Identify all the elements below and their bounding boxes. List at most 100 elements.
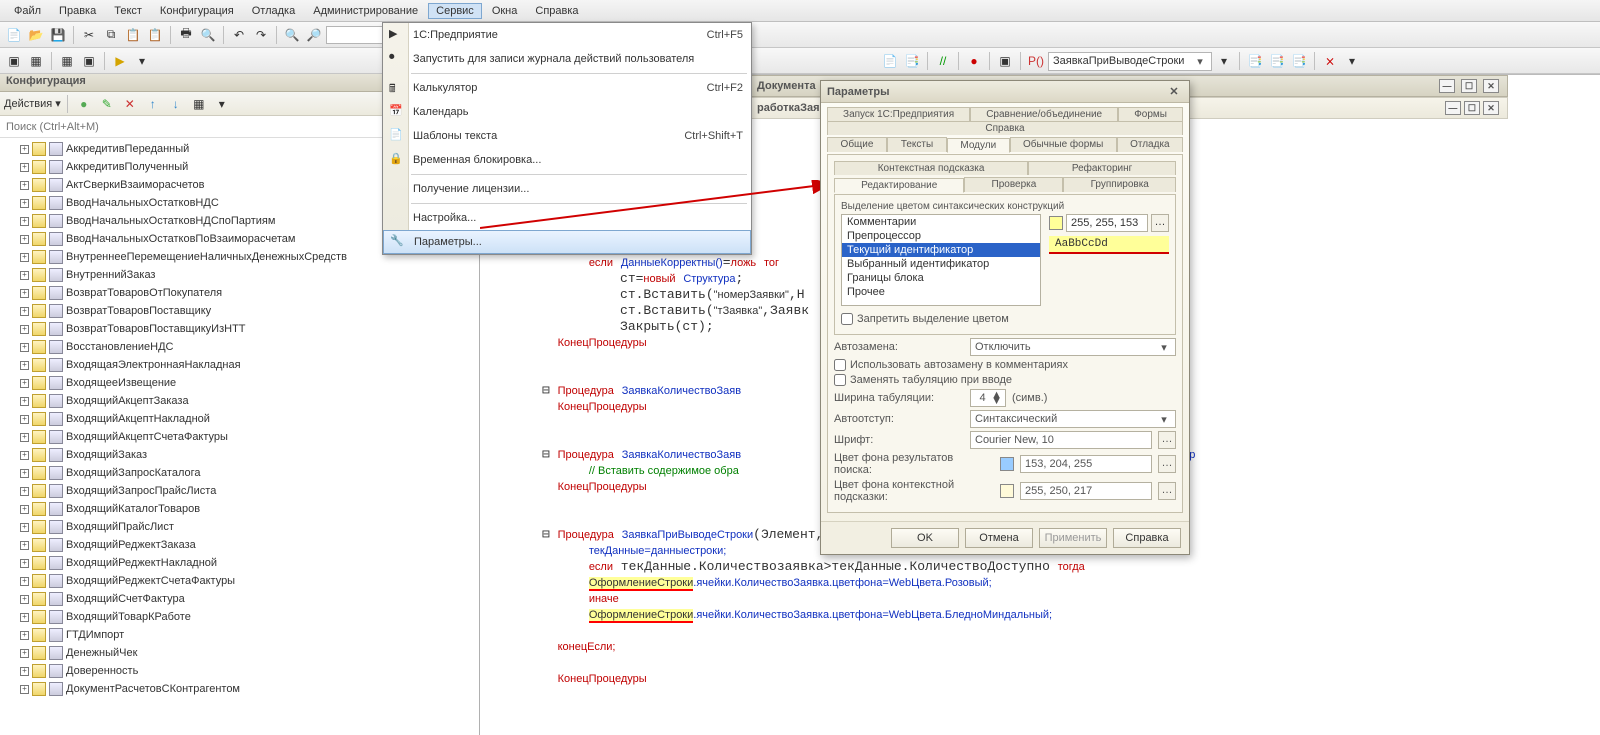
tree-item[interactable]: +ВходящийРеджектСчетаФактуры xyxy=(0,572,479,590)
hint-bg-field[interactable]: 255, 250, 217 xyxy=(1020,482,1152,500)
tab[interactable]: Справка xyxy=(827,121,1183,135)
save-icon[interactable]: 💾 xyxy=(48,25,68,45)
tree-item[interactable]: +ВосстановлениеНДС xyxy=(0,338,479,356)
menu-item[interactable]: 📄Шаблоны текстаCtrl+Shift+T xyxy=(383,124,751,148)
tab[interactable]: Рефакторинг xyxy=(1028,161,1176,175)
tree-item[interactable]: +ВходящийТоварКРаботе xyxy=(0,608,479,626)
bp-icon[interactable]: ● xyxy=(964,51,984,71)
sub-close-icon[interactable]: ✕ xyxy=(1483,101,1499,115)
procedure-select[interactable]: ЗаявкаПриВыводеСтроки▾ xyxy=(1048,52,1212,71)
tree-item[interactable]: +ВнутреннийЗаказ xyxy=(0,266,479,284)
color-field[interactable]: 255, 255, 153 xyxy=(1066,214,1148,232)
list-item[interactable]: Границы блока xyxy=(842,271,1040,285)
open-icon[interactable]: 📂 xyxy=(26,25,46,45)
mod-a-icon[interactable]: 📄 xyxy=(880,51,900,71)
menu-item[interactable]: ▶1С:ПредприятиеCtrl+F5 xyxy=(383,23,751,47)
new-icon[interactable]: 📄 xyxy=(4,25,24,45)
cfg-edit-icon[interactable]: ✎ xyxy=(97,94,117,114)
find-icon[interactable]: 🔍 xyxy=(282,25,302,45)
list-item[interactable]: Препроцессор xyxy=(842,229,1040,243)
tree-item[interactable]: +ВозвратТоваровОтПокупателя xyxy=(0,284,479,302)
hint-bg-picker[interactable]: … xyxy=(1158,482,1176,500)
tree-item[interactable]: +ВозвратТоваровПоставщику xyxy=(0,302,479,320)
menu-0[interactable]: Файл xyxy=(6,3,49,19)
chk-tabs[interactable]: Заменять табуляцию при вводе xyxy=(834,374,1176,386)
font-picker-button[interactable]: … xyxy=(1158,431,1176,449)
tree-item[interactable]: +ВходящийАкцептСчетаФактуры xyxy=(0,428,479,446)
menu-item[interactable]: 🖩КалькуляторCtrl+F2 xyxy=(383,76,751,100)
ok-button[interactable]: OK xyxy=(891,528,959,548)
sub-min-icon[interactable]: — xyxy=(1445,101,1461,115)
dialog-close-icon[interactable]: ✕ xyxy=(1165,85,1183,98)
tab[interactable]: Тексты xyxy=(887,137,947,152)
undo-icon[interactable]: ↶ xyxy=(229,25,249,45)
tree-item[interactable]: +ВходящийРеджектЗаказа xyxy=(0,536,479,554)
tree-item[interactable]: +ВозвратТоваровПоставщикуИзНТТ xyxy=(0,320,479,338)
max-icon[interactable]: ☐ xyxy=(1461,79,1477,93)
tb2-d-icon[interactable]: ▣ xyxy=(79,51,99,71)
tree-item[interactable]: +ВходящийЗапросКаталога xyxy=(0,464,479,482)
font-field[interactable]: Courier New, 10 xyxy=(970,431,1152,449)
tree-item[interactable]: +Доверенность xyxy=(0,662,479,680)
chk-autocomments[interactable]: Использовать автозамену в комментариях xyxy=(834,359,1176,371)
actions-dd[interactable]: Действия xyxy=(4,98,52,110)
tab[interactable]: Обычные формы xyxy=(1010,137,1117,152)
mod-h-icon[interactable]: ⨯ xyxy=(1320,51,1340,71)
tree-item[interactable]: +ВходящееИзвещение xyxy=(0,374,479,392)
comment-icon[interactable]: // xyxy=(933,51,953,71)
redo-icon[interactable]: ↷ xyxy=(251,25,271,45)
tb2-a-icon[interactable]: ▣ xyxy=(4,51,24,71)
list-item[interactable]: Выбранный идентификатор xyxy=(842,257,1040,271)
chk-disable-highlight[interactable]: Запретить выделение цветом xyxy=(841,313,1169,325)
run-dd-icon[interactable]: ▾ xyxy=(132,51,152,71)
search-bg-field[interactable]: 153, 204, 255 xyxy=(1020,455,1152,473)
tab[interactable]: Редактирование xyxy=(834,178,964,193)
syntax-list[interactable]: КомментарииПрепроцессорТекущий идентифик… xyxy=(841,214,1041,306)
cfg-add-icon[interactable]: ● xyxy=(74,94,94,114)
cfg-up-icon[interactable]: ↑ xyxy=(143,94,163,114)
menu-1[interactable]: Правка xyxy=(51,3,104,19)
cut-icon[interactable]: ✂ xyxy=(79,25,99,45)
list-item[interactable]: Комментарии xyxy=(842,215,1040,229)
search-bg-picker[interactable]: … xyxy=(1158,455,1176,473)
tree-item[interactable]: +ВходящийЗаказ xyxy=(0,446,479,464)
tree-item[interactable]: +ГТДИмпорт xyxy=(0,626,479,644)
menu-3[interactable]: Конфигурация xyxy=(152,3,242,19)
mod-i-icon[interactable]: ▾ xyxy=(1342,51,1362,71)
tab[interactable]: Общие xyxy=(827,137,887,152)
menu-item[interactable]: 📅Календарь xyxy=(383,100,751,124)
cfg-sort-icon[interactable]: ▦ xyxy=(189,94,209,114)
menu-4[interactable]: Отладка xyxy=(244,3,303,19)
tab[interactable]: Отладка xyxy=(1117,137,1183,152)
menu-5[interactable]: Администрирование xyxy=(305,3,426,19)
proc-icon[interactable]: P() xyxy=(1026,51,1046,71)
tb2-c-icon[interactable]: ▦ xyxy=(57,51,77,71)
menu-8[interactable]: Справка xyxy=(527,3,586,19)
tree-item[interactable]: +ВходящийАкцептЗаказа xyxy=(0,392,479,410)
copy-icon[interactable]: ⧉ xyxy=(101,25,121,45)
mod-f-icon[interactable]: 📑 xyxy=(1267,51,1287,71)
sub-max-icon[interactable]: ☐ xyxy=(1464,101,1480,115)
zoom-icon[interactable]: 🔎 xyxy=(304,25,324,45)
tab[interactable]: Проверка xyxy=(964,177,1063,192)
tb2-b-icon[interactable]: ▦ xyxy=(26,51,46,71)
apply-button[interactable]: Применить xyxy=(1039,528,1107,548)
tab[interactable]: Сравнение/объединение xyxy=(970,107,1118,121)
cfg-flt-icon[interactable]: ▾ xyxy=(212,94,232,114)
mod-g-icon[interactable]: 📑 xyxy=(1289,51,1309,71)
tab[interactable]: Группировка xyxy=(1063,177,1176,192)
cancel-button[interactable]: Отмена xyxy=(965,528,1033,548)
help-button[interactable]: Справка xyxy=(1113,528,1181,548)
color-picker-button[interactable]: … xyxy=(1151,214,1169,232)
tree-item[interactable]: +ДокументРасчетовСКонтрагентом xyxy=(0,680,479,698)
tree-item[interactable]: +ВходящийКаталогТоваров xyxy=(0,500,479,518)
menu-item[interactable]: ⏺Запустить для записи журнала действий п… xyxy=(383,47,751,71)
mod-c-icon[interactable]: ▣ xyxy=(995,51,1015,71)
tree-item[interactable]: +ВходящийРеджектНакладной xyxy=(0,554,479,572)
paste-icon[interactable]: 📋 xyxy=(123,25,143,45)
autoindent-select[interactable]: Синтаксический▾ xyxy=(970,410,1176,428)
tree-item[interactable]: +ВходящийСчетФактура xyxy=(0,590,479,608)
menu-7[interactable]: Окна xyxy=(484,3,526,19)
tree-item[interactable]: +ВходящийАкцептНакладной xyxy=(0,410,479,428)
min-icon[interactable]: — xyxy=(1439,79,1455,93)
